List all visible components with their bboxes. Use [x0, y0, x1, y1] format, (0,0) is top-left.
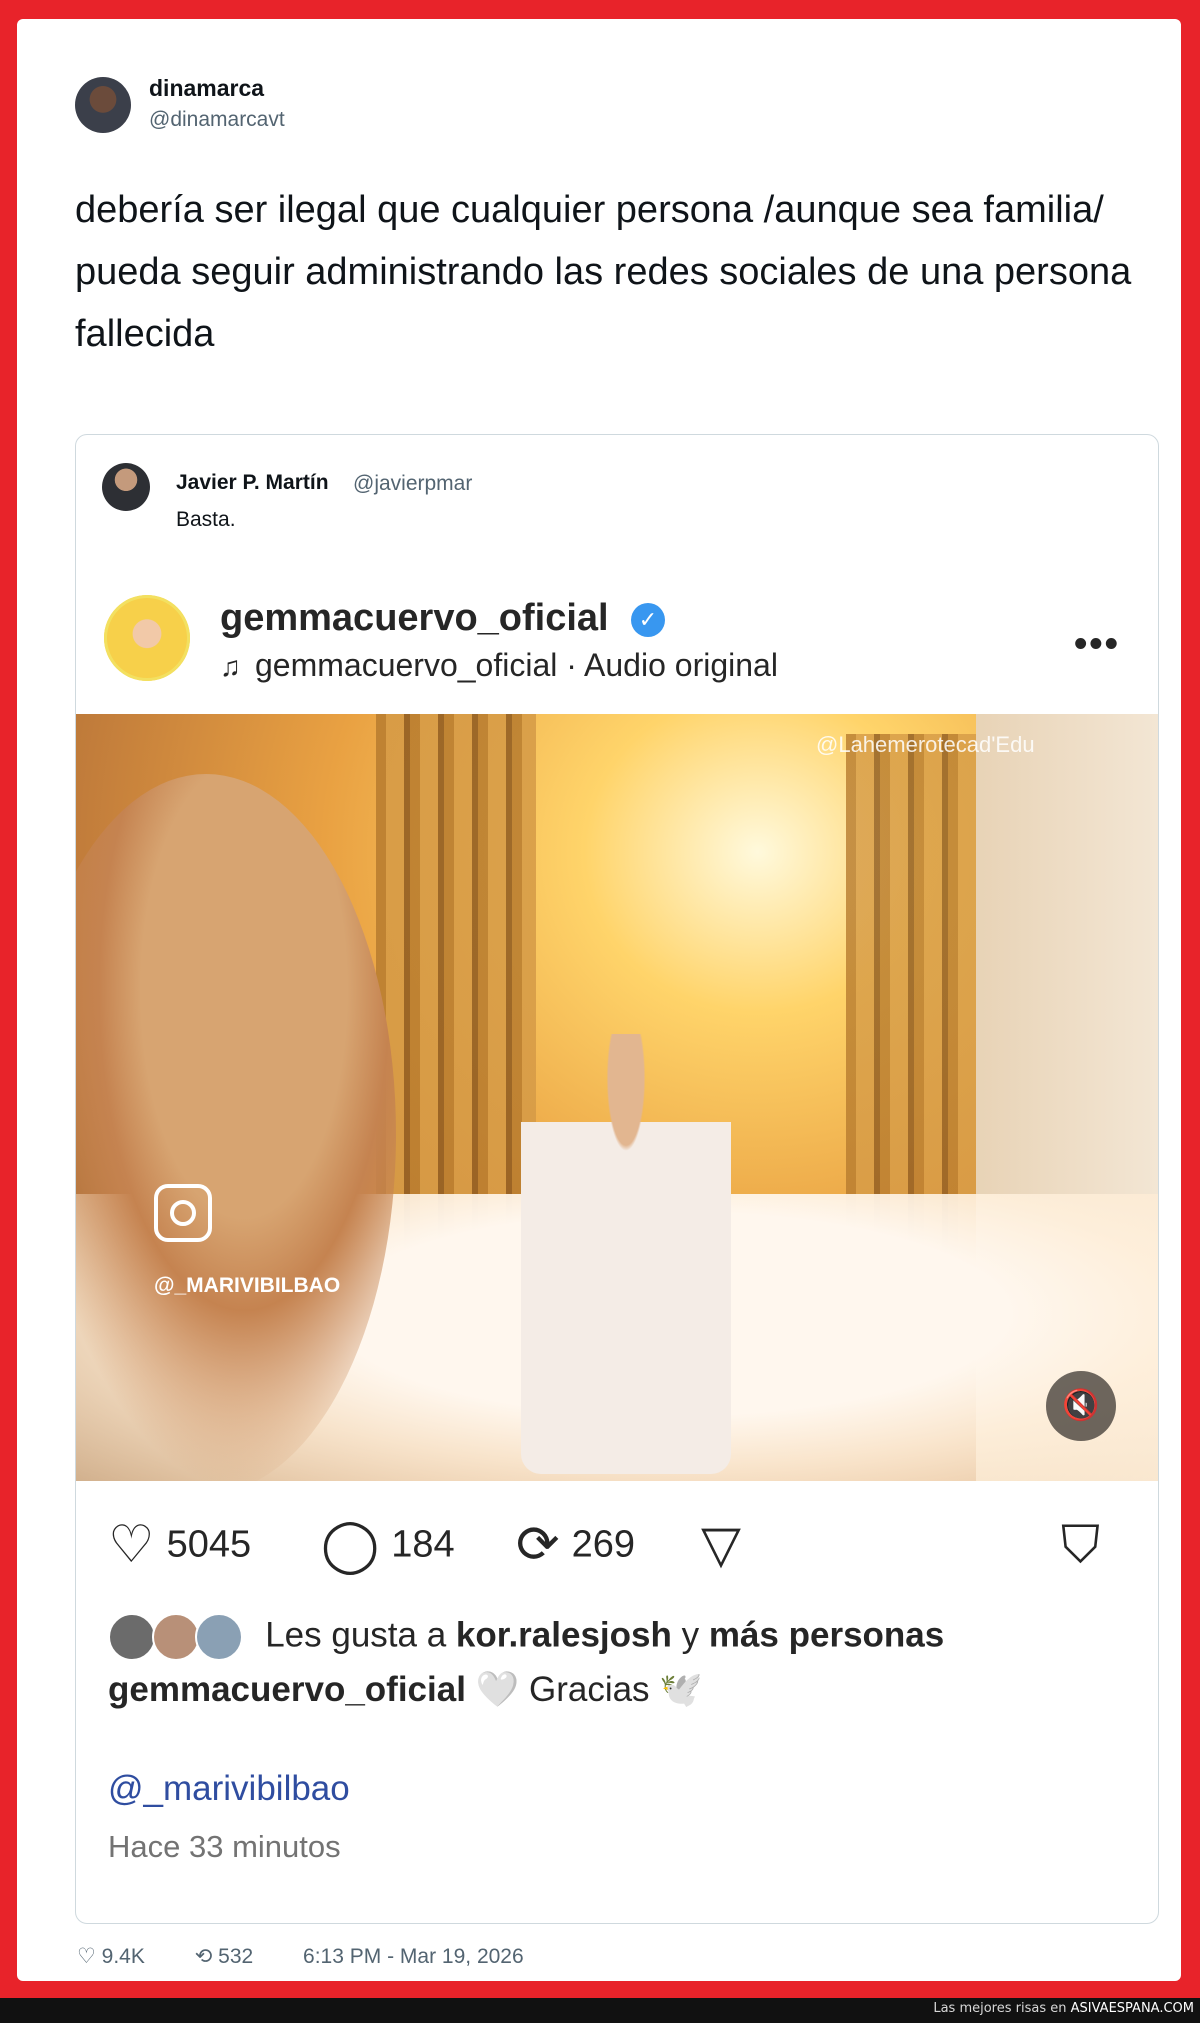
tweet-retweets-count: 532 [218, 1945, 254, 1968]
footer-prefix: Las mejores risas en [933, 2001, 1067, 2016]
mute-button[interactable]: 🔇 [1046, 1371, 1116, 1441]
quote-author-handle[interactable]: @javierpmar [353, 472, 472, 496]
like-button[interactable]: ♡ 5045 [108, 1515, 251, 1575]
video-watermark: @Lahemerotecad'Edu [816, 732, 1035, 757]
woman-figure [521, 1034, 731, 1474]
liked-by-row: Les gusta a kor.ralesjosh y más personas [108, 1613, 944, 1661]
quoted-tweet[interactable]: Javier P. Martín @javierpmar Basta. gemm… [75, 434, 1159, 1924]
door-right [846, 734, 986, 1254]
footer-bar: Las mejores risas en ASIVAESPANA.COM [0, 1998, 1200, 2023]
mention-link[interactable]: @_marivibilbao [108, 1769, 350, 1809]
liked-by-more[interactable]: más personas [709, 1615, 944, 1654]
video-media[interactable]: @Lahemerotecad'Edu @_MARIVIBILBAO 🔇 [76, 714, 1158, 1481]
audio-label: gemmacuervo_oficial · Audio original [255, 647, 778, 683]
avatar [195, 1613, 244, 1661]
share-button[interactable]: ▽ [701, 1515, 753, 1575]
likes-count: 5045 [166, 1523, 252, 1566]
avatar [108, 1613, 156, 1661]
author-avatar[interactable] [75, 77, 131, 133]
quote-author-avatar[interactable] [102, 463, 150, 511]
liked-by-joiner: y [681, 1615, 700, 1655]
speaker-muted-icon: 🔇 [1062, 1389, 1100, 1422]
author-name[interactable]: dinamarca [149, 75, 264, 102]
repost-icon: ⟳ [516, 1516, 560, 1574]
instagram-actions: ♡ 5045 ◯ 184 ⟳ 269 ▽ ⛉ [76, 1515, 1158, 1575]
music-note-icon: ♫ [220, 651, 241, 682]
caption: gemmacuervo_oficial 🤍 Gracias 🕊️ [108, 1669, 703, 1710]
bookmark-icon[interactable]: ⛉ [1061, 1515, 1100, 1576]
comment-icon: ◯ [321, 1516, 380, 1574]
footer-brand: ASIVAESPANA.COM [1070, 2001, 1194, 2016]
time-ago: Hace 33 minutos [108, 1829, 341, 1864]
instagram-avatar[interactable] [104, 595, 190, 681]
liked-by-user[interactable]: kor.ralesjosh [456, 1615, 672, 1654]
tweet-likes-count: 9.4K [101, 1945, 145, 1968]
tweet-card: dinamarca @dinamarcavt debería ser ilega… [17, 19, 1181, 1981]
send-icon: ▽ [701, 1516, 741, 1574]
heart-icon: ♡ [108, 1516, 155, 1574]
quote-author-name[interactable]: Javier P. Martín [176, 471, 329, 495]
footer-text[interactable]: Las mejores risas en ASIVAESPANA.COM [933, 2001, 1194, 2016]
liker-avatars[interactable] [108, 1613, 244, 1661]
comment-button[interactable]: ◯ 184 [321, 1515, 455, 1575]
liked-by-prefix: Les gusta a [265, 1615, 447, 1655]
instagram-audio[interactable]: ♫ gemmacuervo_oficial · Audio original [220, 647, 778, 684]
reposts-count: 269 [571, 1523, 635, 1566]
avatar [151, 1613, 200, 1661]
tweet-timestamp[interactable]: 6:13 PM - Mar 19, 2026 [303, 1945, 524, 1968]
instagram-logo-icon [154, 1184, 212, 1242]
more-options-icon[interactable]: ••• [1074, 623, 1120, 666]
author-handle[interactable]: @dinamarcavt [149, 108, 285, 132]
comments-count: 184 [391, 1523, 455, 1566]
tweet-likes[interactable]: ♡ 9.4K [77, 1945, 167, 1968]
quote-text: Basta. [176, 508, 236, 531]
repost-button[interactable]: ⟳ 269 [516, 1515, 635, 1575]
caption-user[interactable]: gemmacuervo_oficial [108, 1670, 466, 1709]
tweet-text: debería ser ilegal que cualquier persona… [75, 189, 1132, 355]
video-watermark-user: @_MARIVIBILBAO [154, 1274, 341, 1297]
tweet-meta: ♡ 9.4K ⟲ 532 6:13 PM - Mar 19, 2026 [77, 1944, 546, 1969]
tweet-retweets[interactable]: ⟲ 532 [195, 1945, 275, 1968]
instagram-username[interactable]: gemmacuervo_oficial [220, 597, 609, 640]
verified-badge-icon: ✓ [631, 603, 665, 637]
door-left [376, 714, 536, 1274]
caption-text: 🤍 Gracias 🕊️ [475, 1670, 703, 1709]
